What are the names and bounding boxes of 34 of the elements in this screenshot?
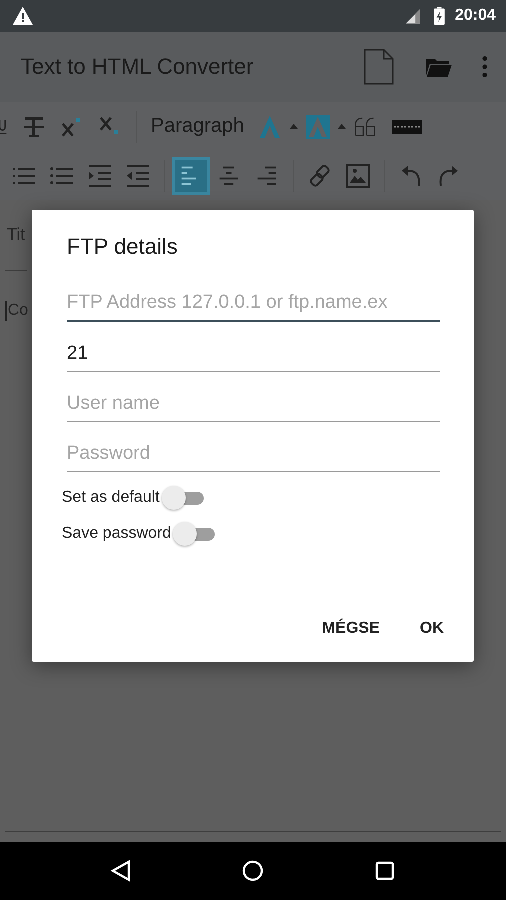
image-icon[interactable]: [346, 164, 370, 188]
home-icon[interactable]: [242, 860, 264, 882]
more-menu-icon[interactable]: [482, 56, 488, 78]
clock: 20:04: [455, 7, 496, 25]
app-title: Text to HTML Converter: [21, 54, 254, 80]
align-center-icon: [218, 164, 240, 186]
toggle-label: Set as default: [62, 489, 160, 507]
back-icon[interactable]: [110, 860, 132, 882]
signal-icon: [406, 8, 422, 24]
strikethrough-icon[interactable]: [22, 114, 46, 138]
align-left-button[interactable]: [172, 156, 210, 194]
toggle-label: Save password: [62, 525, 172, 543]
text-color-icon[interactable]: [258, 114, 282, 138]
recents-icon[interactable]: [374, 860, 396, 882]
input-field[interactable]: Password: [67, 437, 440, 472]
dialog-button[interactable]: MÉGSE: [306, 610, 396, 648]
dialog-title: FTP details: [67, 234, 179, 260]
align-right-icon: [256, 164, 278, 186]
new-file-icon[interactable]: [364, 49, 394, 85]
warning-icon: [13, 7, 33, 25]
toggle-switch[interactable]: [162, 486, 204, 510]
input-field[interactable]: 21: [67, 337, 440, 372]
battery-icon: [434, 7, 446, 25]
link-icon[interactable]: [308, 164, 332, 188]
indent-icon[interactable]: [88, 164, 112, 188]
dropdown-caret-icon[interactable]: [290, 124, 298, 129]
outdent-icon[interactable]: [126, 164, 150, 188]
highlight-color-icon[interactable]: [306, 114, 330, 138]
folder-icon[interactable]: [426, 57, 452, 77]
input-field[interactable]: FTP Address 127.0.0.1 or ftp.name.ex: [67, 286, 440, 322]
input-field[interactable]: User name: [67, 387, 440, 422]
dialog-button[interactable]: OK: [404, 610, 460, 648]
dropdown-caret-icon[interactable]: [338, 124, 346, 129]
toggle-switch[interactable]: [173, 522, 216, 546]
